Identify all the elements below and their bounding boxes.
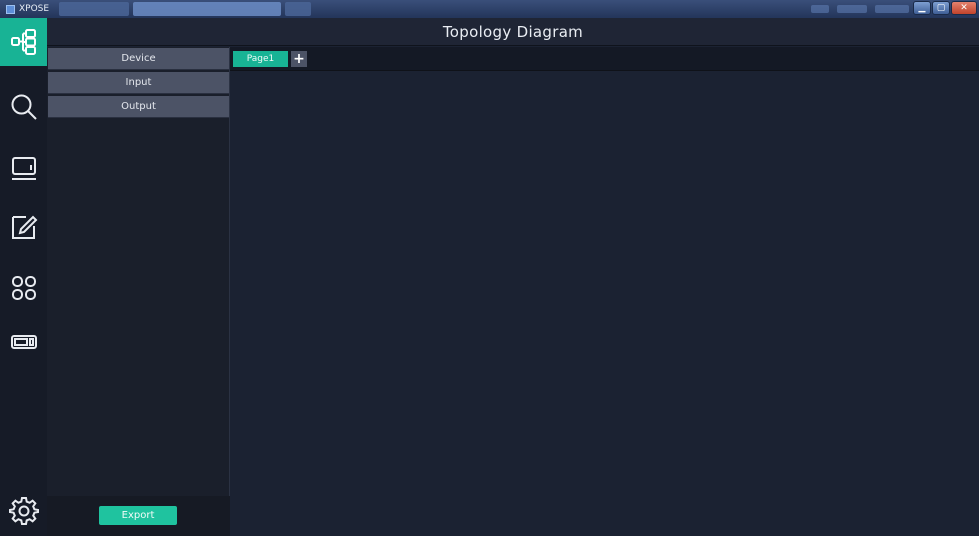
side-panel-footer: Export — [47, 496, 230, 536]
minimize-button[interactable]: ▁ — [913, 1, 931, 15]
tab-page1[interactable]: Page1 — [233, 51, 288, 67]
side-item-output[interactable]: Output — [48, 96, 229, 118]
topology-canvas[interactable] — [230, 71, 979, 536]
nav-settings[interactable] — [0, 487, 47, 535]
nav-display-device[interactable] — [0, 318, 47, 366]
os-taskbar-tab[interactable] — [133, 2, 282, 16]
search-icon — [11, 94, 37, 120]
app-window-icon — [6, 4, 15, 14]
os-tray-item — [875, 5, 909, 13]
page-tab-bar: Page1 + — [230, 47, 979, 71]
nav-edit[interactable] — [0, 203, 47, 251]
nav-topology[interactable] — [0, 18, 47, 66]
monitor-icon — [11, 157, 36, 180]
os-tray-item — [811, 5, 829, 13]
maximize-button[interactable]: ▢ — [932, 1, 950, 15]
edit-icon — [11, 215, 37, 239]
nav-rail — [0, 18, 47, 536]
os-title-bar: XPOSE ▁ ▢ ✕ — [0, 0, 979, 18]
side-panel: Device Input Output Export — [47, 47, 230, 536]
app-header: Topology Diagram — [47, 18, 979, 46]
os-taskbar-tab[interactable] — [59, 2, 130, 16]
export-button[interactable]: Export — [99, 506, 177, 525]
gear-icon — [8, 497, 39, 525]
page-title: Topology Diagram — [442, 22, 584, 41]
window-controls: ▁ ▢ ✕ — [913, 1, 977, 15]
os-app-name: XPOSE — [19, 4, 50, 14]
add-page-button[interactable]: + — [291, 51, 307, 67]
os-app-label[interactable]: XPOSE — [0, 0, 55, 18]
side-item-input[interactable]: Input — [48, 72, 229, 94]
nav-monitor[interactable] — [0, 144, 47, 192]
display-device-icon — [10, 335, 37, 349]
os-taskbar-tab[interactable] — [285, 2, 312, 16]
nav-search[interactable] — [0, 83, 47, 131]
side-item-device[interactable]: Device — [48, 48, 229, 70]
nav-apps[interactable] — [0, 264, 47, 312]
grid-apps-icon — [11, 276, 36, 300]
os-tray-item — [837, 5, 867, 13]
topology-icon — [10, 29, 36, 55]
close-button[interactable]: ✕ — [951, 1, 977, 15]
